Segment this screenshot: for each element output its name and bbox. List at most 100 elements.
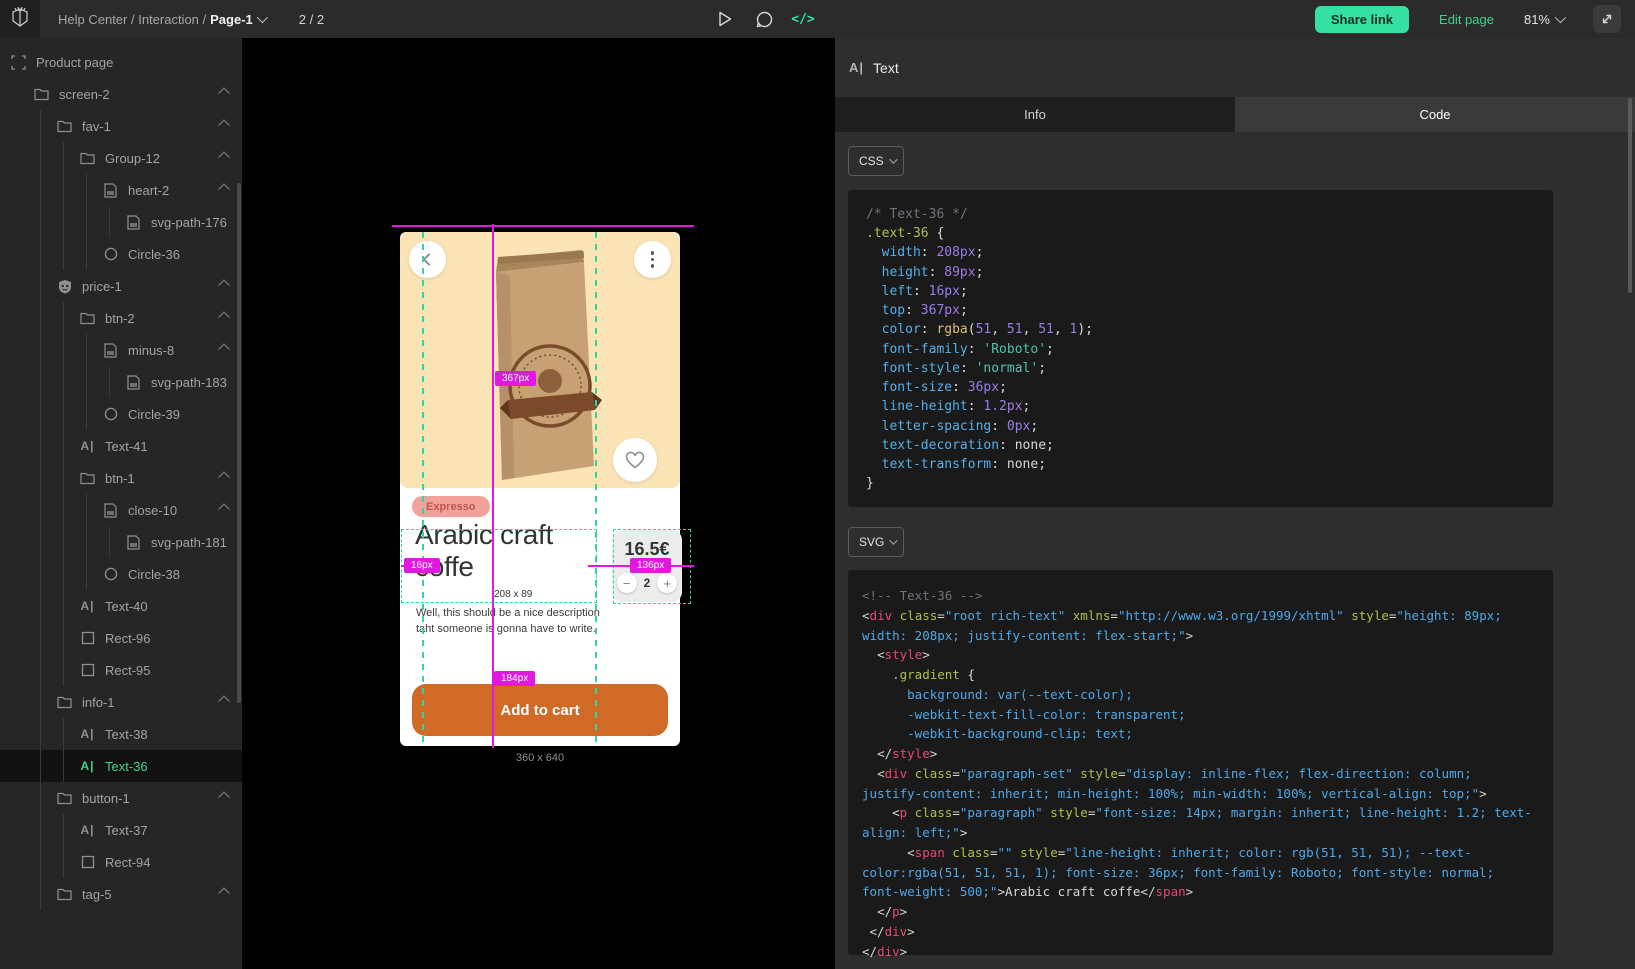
code-line: <style> xyxy=(862,645,1539,665)
indent-guide xyxy=(40,270,41,302)
chevron-up-icon[interactable] xyxy=(218,119,229,130)
indent-guide xyxy=(40,750,41,782)
edit-page-link[interactable]: Edit page xyxy=(1439,12,1494,27)
layer-label: Product page xyxy=(36,55,113,70)
add-to-cart-button[interactable]: Add to cart xyxy=(412,684,668,736)
menu-button[interactable] xyxy=(634,241,671,278)
layer-item-screen-2[interactable]: screen-2 xyxy=(0,78,242,110)
layer-item-heart-2[interactable]: heart-2 xyxy=(0,174,242,206)
code-line: <p class="paragraph" style="font-size: 1… xyxy=(862,803,1539,843)
layer-item-svg-path-181[interactable]: svg-path-181 xyxy=(0,526,242,558)
indent-guide xyxy=(63,366,64,398)
layer-item-rect-94[interactable]: Rect-94 xyxy=(0,846,242,878)
layer-label: Rect-94 xyxy=(105,855,151,870)
code-button[interactable]: </> xyxy=(792,8,814,30)
app-logo[interactable] xyxy=(0,0,40,38)
layer-item-fav-1[interactable]: fav-1 xyxy=(0,110,242,142)
layer-item-svg-path-183[interactable]: svg-path-183 xyxy=(0,366,242,398)
layer-item-svg-path-176[interactable]: svg-path-176 xyxy=(0,206,242,238)
layer-item-info-1[interactable]: info-1 xyxy=(0,686,242,718)
comment-button[interactable] xyxy=(753,8,775,30)
frame-icon xyxy=(10,54,27,71)
code-line: font-size: 36px; xyxy=(866,378,1535,397)
favorite-button[interactable] xyxy=(613,438,657,482)
layer-label: Rect-95 xyxy=(105,663,151,678)
layer-item-text-37[interactable]: A|Text-37 xyxy=(0,814,242,846)
layer-item-text-36[interactable]: A|Text-36 xyxy=(0,750,242,782)
css-language-select[interactable]: CSS xyxy=(848,146,904,176)
folder-icon xyxy=(79,310,96,327)
layer-item-btn-1[interactable]: btn-1 xyxy=(0,462,242,494)
layer-item-product page[interactable]: Product page xyxy=(0,46,242,78)
heart-icon xyxy=(625,451,645,469)
breadcrumb-current-page[interactable]: Page-1 xyxy=(210,12,253,27)
chevron-down-icon xyxy=(889,155,897,163)
chevron-up-icon[interactable] xyxy=(218,279,229,290)
layer-item-rect-95[interactable]: Rect-95 xyxy=(0,654,242,686)
code-line: <div class="paragraph-set" style="displa… xyxy=(862,764,1539,804)
play-button[interactable] xyxy=(714,8,736,30)
chevron-up-icon[interactable] xyxy=(218,791,229,802)
code-line: </style> xyxy=(862,744,1539,764)
layer-item-btn-2[interactable]: btn-2 xyxy=(0,302,242,334)
breadcrumb[interactable]: Help Center / Interaction / Page-1 xyxy=(58,12,265,27)
layer-item-rect-96[interactable]: Rect-96 xyxy=(0,622,242,654)
indent-guide xyxy=(40,846,41,878)
indent-guide xyxy=(86,494,87,526)
layer-item-circle-36[interactable]: Circle-36 xyxy=(0,238,242,270)
layer-item-price-1[interactable]: price-1 xyxy=(0,270,242,302)
tab-code[interactable]: Code xyxy=(1235,97,1635,132)
back-button[interactable] xyxy=(409,241,446,278)
layer-item-text-41[interactable]: A|Text-41 xyxy=(0,430,242,462)
chevron-up-icon[interactable] xyxy=(218,503,229,514)
chevron-down-icon[interactable] xyxy=(257,12,268,23)
chevron-up-icon[interactable] xyxy=(218,311,229,322)
sidebar-scrollbar[interactable] xyxy=(237,183,241,703)
share-link-button[interactable]: Share link xyxy=(1315,6,1409,33)
zoom-control[interactable]: 81% xyxy=(1524,12,1563,27)
indent-guide xyxy=(40,622,41,654)
chevron-up-icon[interactable] xyxy=(218,151,229,162)
layer-item-minus-8[interactable]: minus-8 xyxy=(0,334,242,366)
indent-guide xyxy=(86,398,87,430)
indent-guide xyxy=(40,142,41,174)
tab-info[interactable]: Info xyxy=(835,97,1235,132)
product-description: Well, this should be a nice description … xyxy=(416,606,600,638)
layer-item-tag-5[interactable]: tag-5 xyxy=(0,878,242,910)
layer-item-text-38[interactable]: A|Text-38 xyxy=(0,718,242,750)
layer-item-circle-39[interactable]: Circle-39 xyxy=(0,398,242,430)
inspector-panel: A| Text Info Code CSS /* Text-36 */.text… xyxy=(835,38,1635,969)
indent-guide xyxy=(63,814,64,846)
chevron-up-icon[interactable] xyxy=(218,695,229,706)
rect-icon xyxy=(79,854,96,871)
layer-label: Circle-38 xyxy=(128,567,180,582)
chevron-up-icon[interactable] xyxy=(218,183,229,194)
indent-guide xyxy=(63,494,64,526)
product-page-frame[interactable]: Expresso Arabic craft coffe 16.5€ − 2 + … xyxy=(400,232,680,746)
svg-language-select[interactable]: SVG xyxy=(848,527,904,557)
folder-icon xyxy=(56,790,73,807)
fullscreen-button[interactable] xyxy=(1593,5,1621,33)
indent-guide xyxy=(63,718,64,750)
layer-item-circle-38[interactable]: Circle-38 xyxy=(0,558,242,590)
layer-item-button-1[interactable]: button-1 xyxy=(0,782,242,814)
code-line: line-height: 1.2px; xyxy=(866,397,1535,416)
layer-item-text-40[interactable]: A|Text-40 xyxy=(0,590,242,622)
code-line: text-decoration: none; xyxy=(866,436,1535,455)
inspector-scrollbar[interactable] xyxy=(1628,98,1632,293)
layer-item-close-10[interactable]: close-10 xyxy=(0,494,242,526)
css-code-block[interactable]: /* Text-36 */.text-36 { width: 208px; he… xyxy=(848,190,1553,507)
text-type-icon: A| xyxy=(849,60,864,75)
layer-label: heart-2 xyxy=(128,183,169,198)
layer-item-group-12[interactable]: Group-12 xyxy=(0,142,242,174)
indent-guide xyxy=(63,462,64,494)
breadcrumb-prefix: Help Center / Interaction / xyxy=(58,12,206,27)
chevron-up-icon[interactable] xyxy=(218,343,229,354)
chevron-up-icon[interactable] xyxy=(218,471,229,482)
svg-code-block[interactable]: <!-- Text-36 --><div class="root rich-te… xyxy=(848,570,1553,955)
chevron-up-icon[interactable] xyxy=(218,887,229,898)
chevron-up-icon[interactable] xyxy=(218,87,229,98)
canvas[interactable]: Expresso Arabic craft coffe 16.5€ − 2 + … xyxy=(242,38,835,969)
measure-label-top: 367px xyxy=(495,371,536,386)
indent-guide xyxy=(40,430,41,462)
